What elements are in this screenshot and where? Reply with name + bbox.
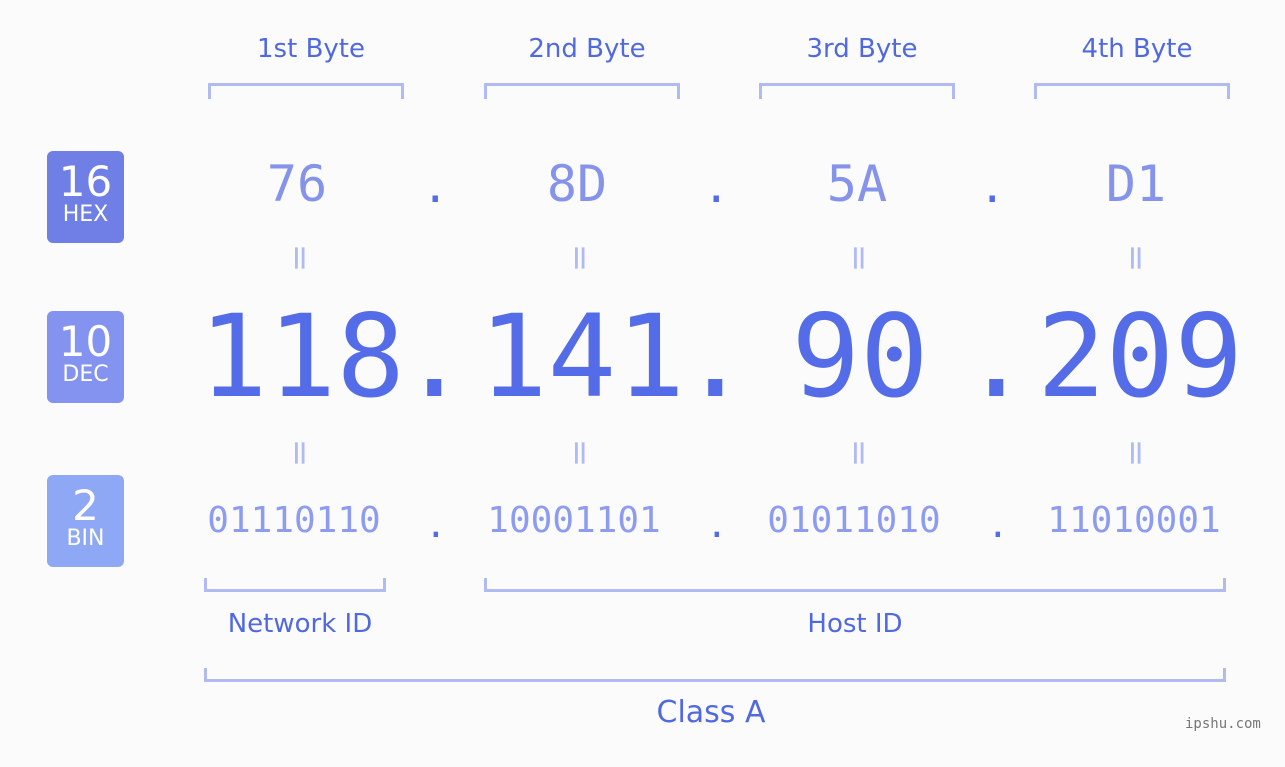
equals-sign: = (280, 243, 320, 273)
byte-header-1: 1st Byte (257, 34, 365, 64)
dec-value-2: 141 (479, 290, 685, 423)
dec-value-3: 90 (791, 290, 929, 423)
bin-badge: 2 BIN (47, 475, 124, 567)
bin-separator-1: . (425, 505, 447, 546)
bin-separator-3: . (987, 505, 1009, 546)
dec-separator-3: . (962, 290, 1031, 423)
hex-value-1: 76 (266, 155, 328, 213)
byte-bracket-2 (484, 83, 680, 99)
bin-separator-2: . (706, 505, 728, 546)
byte-bracket-3 (759, 83, 955, 99)
hex-value-4: D1 (1105, 155, 1167, 213)
hex-value-2: 8D (546, 155, 608, 213)
equals-sign: = (839, 243, 879, 273)
byte-header-2: 2nd Byte (528, 34, 646, 64)
equals-sign: = (280, 438, 320, 468)
bin-value-4: 11010001 (1047, 500, 1221, 541)
dec-value-1: 118 (199, 290, 405, 423)
dec-separator-1: . (400, 290, 469, 423)
hex-badge: 16 HEX (47, 151, 124, 243)
bin-value-2: 10001101 (487, 500, 661, 541)
bin-value-3: 01011010 (767, 500, 941, 541)
byte-header-4: 4th Byte (1081, 34, 1193, 64)
dec-separator-2: . (681, 290, 750, 423)
dec-value-4: 209 (1037, 290, 1243, 423)
network-id-label: Network ID (227, 609, 373, 639)
dec-base-number: 10 (58, 317, 113, 366)
hex-value-3: 5A (826, 155, 888, 213)
watermark: ipshu.com (1185, 716, 1261, 732)
byte-bracket-4 (1034, 83, 1230, 99)
equals-sign: = (1116, 243, 1156, 273)
bin-base-number: 2 (72, 481, 99, 530)
equals-sign: = (560, 438, 600, 468)
dec-badge: 10 DEC (47, 311, 124, 403)
bin-base-label: BIN (66, 526, 105, 551)
dec-base-label: DEC (62, 362, 109, 387)
equals-sign: = (839, 438, 879, 468)
host-id-label: Host ID (807, 609, 903, 639)
byte-bracket-1 (208, 83, 404, 99)
hex-base-number: 16 (58, 157, 113, 206)
class-label: Class A (656, 695, 766, 730)
hex-base-label: HEX (62, 202, 109, 227)
network-id-bracket (204, 578, 386, 592)
equals-sign: = (560, 243, 600, 273)
byte-header-3: 3rd Byte (806, 34, 918, 64)
bin-value-1: 01110110 (207, 500, 381, 541)
hex-separator-2: . (703, 162, 730, 213)
equals-sign: = (1116, 438, 1156, 468)
class-bracket (204, 668, 1226, 682)
hex-separator-3: . (979, 162, 1006, 213)
host-id-bracket (484, 578, 1226, 592)
hex-separator-1: . (422, 162, 449, 213)
